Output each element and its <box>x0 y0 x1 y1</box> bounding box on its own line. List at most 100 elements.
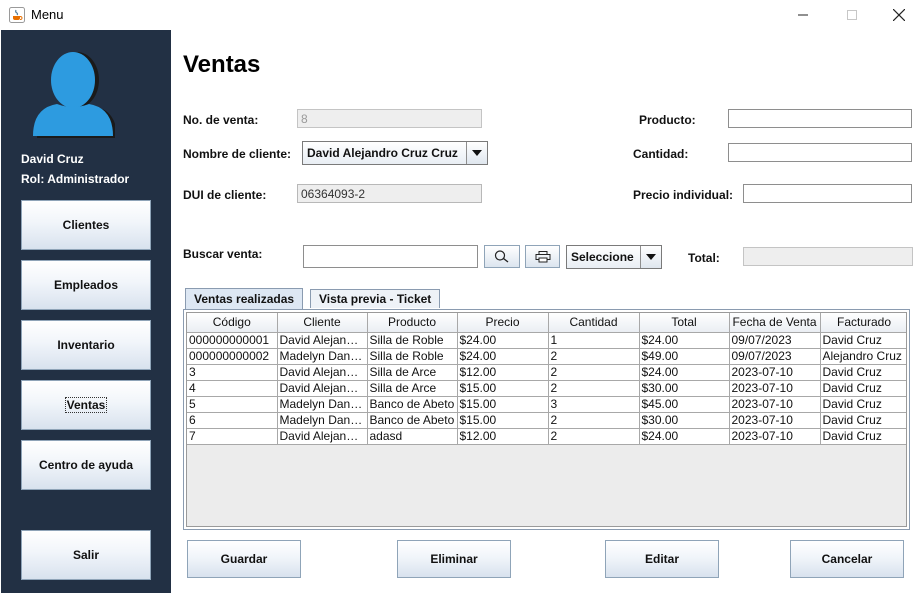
precio-individual-field[interactable] <box>743 184 912 203</box>
guardar-button-label: Guardar <box>220 552 268 566</box>
column-header-producto[interactable]: Producto <box>367 313 458 333</box>
inventario-button-label: Inventario <box>57 338 115 352</box>
cell-total: $24.00 <box>639 364 730 381</box>
close-icon <box>893 9 905 21</box>
filtro-combo[interactable]: Seleccione <box>566 245 662 269</box>
cell-total: $30.00 <box>639 380 730 397</box>
clientes-button[interactable]: Clientes <box>21 200 151 250</box>
table-row[interactable]: 5 Madelyn Daniela Reyes Banco de Abeto $… <box>187 396 906 413</box>
cell-codigo: 4 <box>187 380 278 397</box>
user-name: David Cruz <box>21 152 84 166</box>
column-header-codigo[interactable]: Código <box>187 313 278 333</box>
cell-producto: Silla de Roble <box>367 348 458 365</box>
cell-facturado: David Cruz <box>820 364 906 381</box>
main-panel: Ventas No. de venta: 8 Nombre de cliente… <box>171 30 922 593</box>
cell-total: $49.00 <box>639 348 730 365</box>
table-row[interactable]: 000000000002 Madelyn Daniela Reyes Silla… <box>187 348 906 365</box>
column-header-total[interactable]: Total <box>639 313 730 333</box>
cell-cantidad: 2 <box>548 428 640 445</box>
column-header-cantidad[interactable]: Cantidad <box>548 313 640 333</box>
print-button[interactable] <box>525 245 560 268</box>
inventario-button[interactable]: Inventario <box>21 320 151 370</box>
no-venta-field[interactable]: 8 <box>297 109 482 128</box>
chevron-down-icon <box>646 254 656 260</box>
table-row[interactable]: 6 Madelyn Daniela Reyes Banco de Abeto $… <box>187 412 906 429</box>
ventas-grid: Código Cliente Producto Precio Cantidad … <box>187 313 906 445</box>
cell-cantidad: 1 <box>548 332 640 349</box>
search-button[interactable] <box>484 245 520 268</box>
producto-label: Producto: <box>639 113 696 127</box>
cell-precio: $15.00 <box>457 396 549 413</box>
tab-ventas-realizadas[interactable]: Ventas realizadas <box>185 288 304 309</box>
search-icon <box>494 249 509 263</box>
buscar-venta-field[interactable] <box>303 245 478 268</box>
cell-total: $24.00 <box>639 332 730 349</box>
column-header-fecha-venta[interactable]: Fecha de Venta <box>729 313 821 333</box>
nombre-cliente-label: Nombre de cliente: <box>183 147 292 161</box>
cell-producto: Silla de Roble <box>367 332 458 349</box>
cell-cantidad: 2 <box>548 380 640 397</box>
cell-fecha: 09/07/2023 <box>729 332 821 349</box>
cancelar-button[interactable]: Cancelar <box>790 540 904 578</box>
maximize-icon <box>847 10 857 20</box>
column-header-precio[interactable]: Precio <box>457 313 549 333</box>
table-row[interactable]: 4 David Alejandro Cruz Cruz Silla de Arc… <box>187 380 906 397</box>
cell-cliente: David Alejandro Cruz Cruz <box>277 332 368 349</box>
cell-producto: Silla de Arce <box>367 380 458 397</box>
precio-individual-label: Precio individual: <box>633 188 734 202</box>
centro-de-ayuda-button-label: Centro de ayuda <box>38 458 134 472</box>
cantidad-field[interactable] <box>728 143 912 162</box>
cell-producto: Banco de Abeto <box>367 412 458 429</box>
cell-precio: $15.00 <box>457 412 549 429</box>
nombre-cliente-dropdown-button[interactable] <box>466 142 487 164</box>
cell-precio: $15.00 <box>457 380 549 397</box>
empleados-button[interactable]: Empleados <box>21 260 151 310</box>
cell-fecha: 09/07/2023 <box>729 348 821 365</box>
cell-codigo: 6 <box>187 412 278 429</box>
cancelar-button-label: Cancelar <box>821 552 873 566</box>
minimize-button[interactable] <box>780 0 826 30</box>
centro-de-ayuda-button[interactable]: Centro de ayuda <box>21 440 151 490</box>
cell-facturado: David Cruz <box>820 332 906 349</box>
printer-icon <box>535 250 550 262</box>
empleados-button-label: Empleados <box>53 278 119 292</box>
close-button[interactable] <box>876 0 922 30</box>
salir-button[interactable]: Salir <box>21 530 151 580</box>
cell-fecha: 2023-07-10 <box>729 364 821 381</box>
filtro-dropdown-button[interactable] <box>640 246 661 268</box>
nombre-cliente-combo[interactable]: David Alejandro Cruz Cruz <box>302 141 488 165</box>
dui-cliente-field[interactable]: 06364093-2 <box>297 184 482 203</box>
column-header-cliente[interactable]: Cliente <box>277 313 368 333</box>
table-row[interactable]: 000000000001 David Alejandro Cruz Cruz S… <box>187 332 906 349</box>
page-title: Ventas <box>183 51 261 78</box>
minimize-icon <box>798 14 808 16</box>
clientes-button-label: Clientes <box>62 218 110 232</box>
cell-producto: Silla de Arce <box>367 364 458 381</box>
ventas-table[interactable]: Código Cliente Producto Precio Cantidad … <box>186 312 907 527</box>
cell-codigo: 5 <box>187 396 278 413</box>
tab-vista-previa-ticket[interactable]: Vista previa - Ticket <box>310 289 441 308</box>
column-header-facturado[interactable]: Facturado <box>820 313 906 333</box>
cell-codigo: 000000000002 <box>187 348 278 365</box>
editar-button[interactable]: Editar <box>605 540 719 578</box>
salir-button-label: Salir <box>72 548 99 562</box>
cell-precio: $24.00 <box>457 348 549 365</box>
producto-field[interactable] <box>728 109 912 128</box>
eliminar-button[interactable]: Eliminar <box>397 540 511 578</box>
table-row[interactable]: 7 David Alejandro Cruz Cruz adasd $12.00… <box>187 428 906 445</box>
total-label: Total: <box>688 251 720 265</box>
cell-facturado: David Cruz <box>820 380 906 397</box>
cell-codigo: 3 <box>187 364 278 381</box>
maximize-button[interactable] <box>829 0 875 30</box>
cell-facturado: David Cruz <box>820 412 906 429</box>
cell-cantidad: 2 <box>548 348 640 365</box>
cell-codigo: 7 <box>187 428 278 445</box>
cell-producto: Banco de Abeto <box>367 396 458 413</box>
table-row[interactable]: 3 David Alejandro Cruz Cruz Silla de Arc… <box>187 364 906 381</box>
total-field[interactable] <box>743 247 913 266</box>
guardar-button[interactable]: Guardar <box>187 540 301 578</box>
cell-cliente: David Alejandro Cruz Cruz <box>277 428 368 445</box>
cell-cliente: David Alejandro Cruz Cruz <box>277 380 368 397</box>
cell-precio: $24.00 <box>457 332 549 349</box>
ventas-button[interactable]: Ventas <box>21 380 151 430</box>
